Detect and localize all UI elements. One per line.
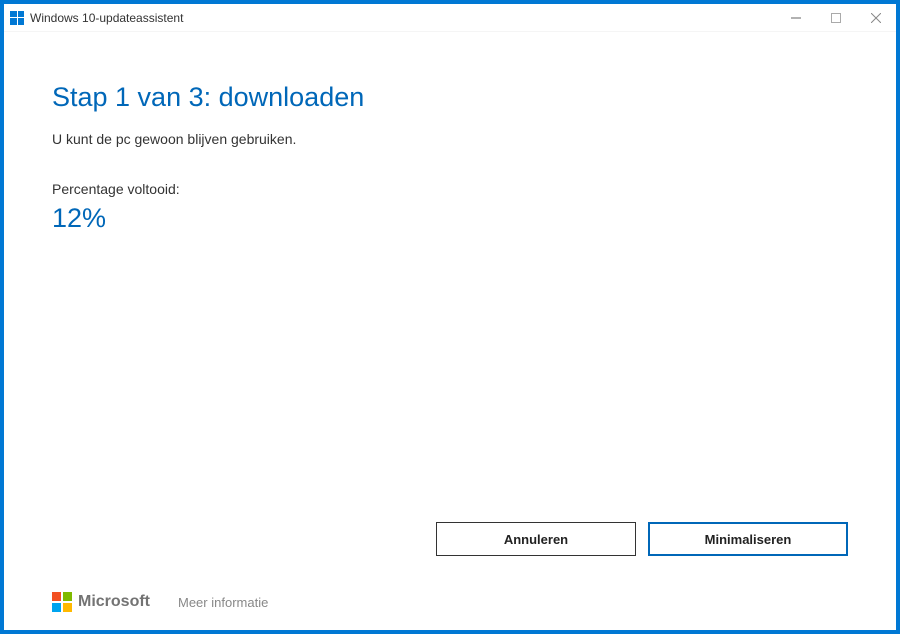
window-controls (776, 4, 896, 31)
footer: Microsoft Meer informatie (52, 592, 268, 612)
titlebar-left: Windows 10-updateassistent (10, 11, 183, 25)
window-title: Windows 10-updateassistent (30, 11, 183, 25)
minimize-window-button[interactable] (776, 4, 816, 31)
titlebar: Windows 10-updateassistent (4, 4, 896, 32)
button-row: Annuleren Minimaliseren (436, 522, 848, 556)
cancel-button[interactable]: Annuleren (436, 522, 636, 556)
step-heading: Stap 1 van 3: downloaden (52, 82, 848, 113)
microsoft-logo: Microsoft (52, 592, 150, 612)
close-window-button[interactable] (856, 4, 896, 31)
microsoft-squares-icon (52, 592, 72, 612)
progress-label: Percentage voltooid: (52, 181, 848, 197)
microsoft-brand-text: Microsoft (78, 593, 150, 611)
maximize-window-button[interactable] (816, 4, 856, 31)
more-info-link[interactable]: Meer informatie (178, 595, 268, 610)
minimize-button[interactable]: Minimaliseren (648, 522, 848, 556)
instruction-text: U kunt de pc gewoon blijven gebruiken. (52, 131, 848, 147)
app-window: Windows 10-updateassistent Stap 1 van 3:… (4, 4, 896, 630)
progress-percentage: 12% (52, 203, 848, 234)
windows-icon (10, 11, 24, 25)
